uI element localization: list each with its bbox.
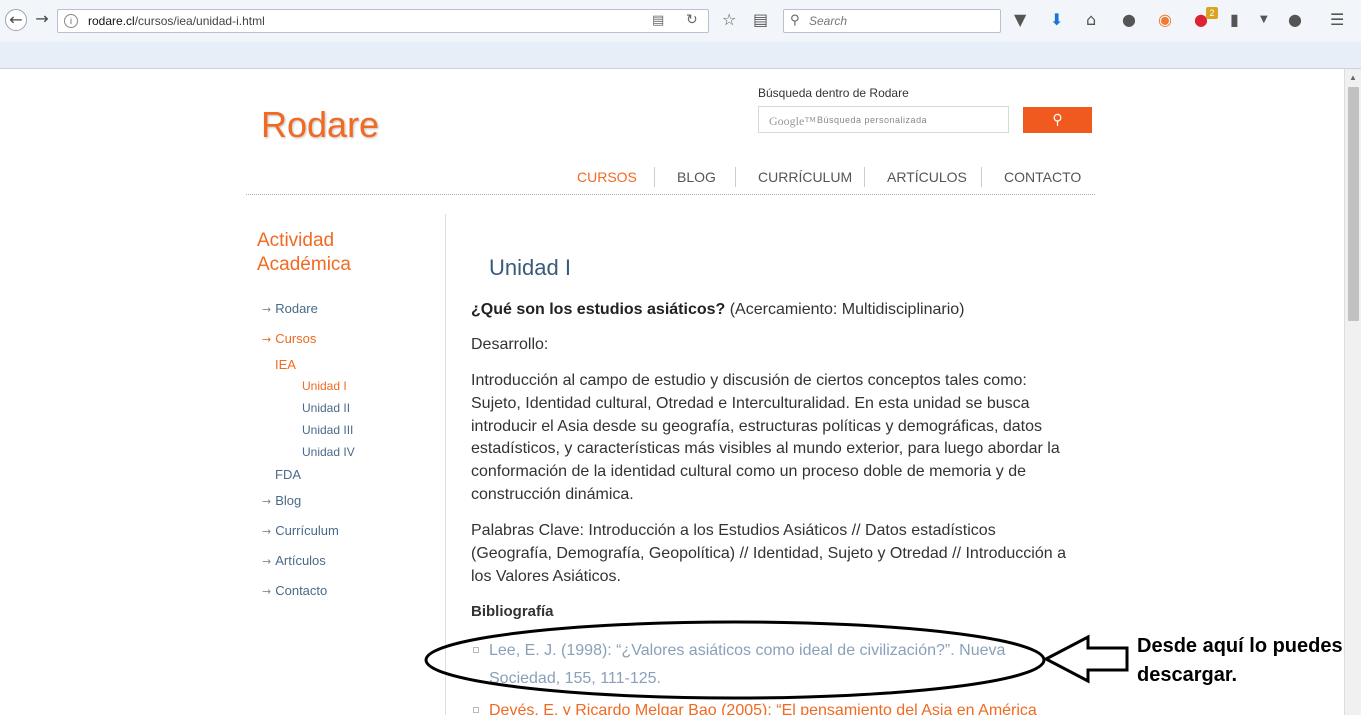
annotation-overlay [424,620,1129,700]
highlight-ellipse [424,620,1046,700]
annotation-line2: descargar. [1137,664,1238,686]
annotation-arrow [1042,634,1129,684]
annotation-line1: Desde aquí lo puedes [1137,635,1343,657]
annotation-text: Desde aquí lo puedes descargar. [1137,632,1343,690]
